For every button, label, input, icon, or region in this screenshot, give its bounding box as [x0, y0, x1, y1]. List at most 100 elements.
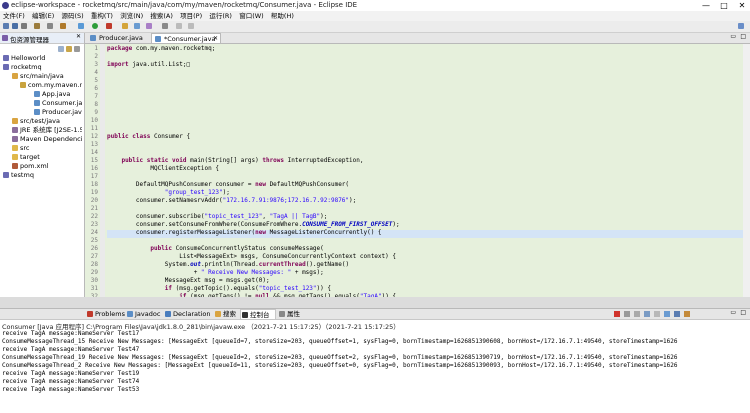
view-menu-icon[interactable] [74, 46, 80, 52]
maximize-button[interactable]: □ [716, 0, 732, 11]
external-tools-icon[interactable] [106, 23, 112, 29]
project-icon [3, 64, 9, 70]
pin-console-icon[interactable] [664, 311, 670, 317]
menu-window[interactable]: 窗口(W) [239, 11, 264, 21]
tree-item-helloworld[interactable]: Helloworld [3, 54, 45, 63]
menu-edit[interactable]: 编辑(E) [32, 11, 54, 21]
tab-console[interactable]: 控制台 [240, 309, 276, 319]
java-file-icon [34, 109, 40, 115]
menu-source[interactable]: 源码(S) [61, 11, 83, 21]
line-number: 25 [90, 237, 98, 244]
tree-item-package[interactable]: com.my.maven.r [20, 81, 82, 90]
minimize-editor-icon[interactable]: ▭ [730, 33, 736, 40]
line-number: 23 [90, 221, 98, 228]
tab-problems[interactable]: Problems [86, 309, 126, 319]
tree-item-jre-library[interactable]: JRE 系统库 [J2SE-1.5 [12, 126, 82, 135]
menu-refactor[interactable]: 重构(T) [91, 11, 113, 21]
line-number: 27 [90, 253, 98, 260]
editor-vertical-scrollbar[interactable] [743, 44, 750, 297]
collapse-all-icon[interactable] [58, 46, 64, 52]
remove-launch-icon[interactable] [624, 311, 630, 317]
library-icon [12, 136, 18, 142]
code-line: "group_test_123"); [164, 189, 230, 196]
tab-javadoc[interactable]: Javadoc [126, 309, 164, 319]
code-line: List<MessageExt> msgs, ConsumeConcurrent… [107, 253, 396, 260]
scroll-lock-icon[interactable] [644, 311, 650, 317]
tab-consumer-java[interactable]: *Consumer.java ✕ [151, 33, 221, 43]
tree-item-maven-dependencies[interactable]: Maven Dependenci [12, 135, 82, 144]
code-line: DefaultMQPushConsumer consumer = new Def… [107, 181, 350, 188]
link-editor-icon[interactable] [66, 46, 72, 52]
code-line: consumer.setConsumeFromWhere(ConsumeFrom… [107, 221, 400, 228]
line-number: 2 [94, 53, 98, 60]
forward-icon[interactable] [188, 23, 194, 29]
minimize-panel-icon[interactable]: ▭ [730, 309, 736, 316]
tab-producer-java[interactable]: Producer.java [87, 33, 149, 43]
code-line: package com.my.maven.rocketmq; [107, 45, 216, 52]
terminal-icon[interactable] [47, 23, 53, 29]
new-class-icon[interactable] [122, 23, 128, 29]
clear-console-icon[interactable] [634, 311, 640, 317]
main-toolbar [0, 21, 750, 33]
code-line: if (msg.getTags() != null && msg.getTags… [179, 293, 397, 297]
console-line: receive TagA message:NameServer Test47 [2, 346, 140, 353]
code-editor[interactable]: 1 2 3 4 5 6 7 8 9 10 11 12 13 14 15 16 17 18 19 20 21 22 23 24 2… [85, 44, 750, 297]
line-number: 20 [90, 197, 98, 204]
java-file-icon [34, 91, 40, 97]
tree-item-src[interactable]: src [12, 144, 30, 153]
maximize-editor-icon[interactable]: □ [740, 33, 746, 40]
tree-item-src-test-java[interactable]: src/test/java [12, 117, 60, 126]
explorer-toolbar [0, 44, 84, 54]
tree-item-src-main-java[interactable]: src/main/java [12, 72, 64, 81]
annotation-icon[interactable] [162, 23, 168, 29]
package-explorer-title: 包资源管理器 [10, 36, 49, 44]
javadoc-icon [127, 311, 133, 317]
close-tab-icon[interactable]: ✕ [213, 34, 218, 44]
back-icon[interactable] [176, 23, 182, 29]
new-icon[interactable] [3, 23, 9, 29]
tree-item-pom-xml[interactable]: pom.xml [12, 162, 49, 171]
build-icon[interactable] [34, 23, 40, 29]
debug-icon[interactable] [78, 23, 84, 29]
tree-item-rocketmq[interactable]: rocketmq [3, 63, 42, 72]
console-output[interactable]: receive TagA message:NameServer Test17 C… [2, 330, 750, 394]
minimize-button[interactable]: — [698, 0, 714, 11]
perspective-icon[interactable] [738, 23, 744, 29]
save-icon[interactable] [12, 23, 18, 29]
toggle-icon[interactable] [60, 23, 66, 29]
code-line: MessageExt msg = msgs.get(0); [107, 277, 270, 284]
close-window-button[interactable]: ✕ [734, 0, 750, 11]
open-console-icon[interactable] [684, 311, 690, 317]
terminate-icon[interactable] [614, 311, 620, 317]
tree-item-consumer-java[interactable]: Consumer.java [34, 99, 82, 108]
line-number: 14 [90, 149, 98, 156]
close-view-icon[interactable]: ✕ [76, 33, 81, 40]
display-console-icon[interactable] [674, 311, 680, 317]
tree-item-producer-java[interactable]: Producer.java [34, 108, 82, 117]
menu-navigate[interactable]: 浏览(N) [120, 11, 143, 21]
search-icon [215, 311, 221, 317]
menu-help[interactable]: 帮助(H) [271, 11, 294, 21]
declaration-icon [165, 311, 171, 317]
print-icon[interactable] [21, 23, 27, 29]
menu-file[interactable]: 文件(F) [3, 11, 25, 21]
open-type-icon[interactable] [134, 23, 140, 29]
menu-run[interactable]: 运行(R) [209, 11, 232, 21]
source-folder-icon [12, 118, 18, 124]
word-wrap-icon[interactable] [654, 311, 660, 317]
tab-search[interactable]: 搜索 [214, 309, 240, 319]
console-line: receive TagA message:NameServer Test17 [2, 330, 140, 337]
menu-search[interactable]: 搜索(A) [150, 11, 173, 21]
tree-item-testmq[interactable]: testmq [3, 171, 34, 180]
tree-item-target[interactable]: target [12, 153, 40, 162]
tab-declaration[interactable]: Declaration [164, 309, 214, 319]
tree-item-app-java[interactable]: App.java [34, 90, 70, 99]
maximize-panel-icon[interactable]: □ [740, 309, 746, 316]
code-line: import java.util.List;□ [107, 61, 191, 68]
menu-project[interactable]: 项目(P) [180, 11, 202, 21]
code-line: System.out.println(Thread.currentThread(… [107, 261, 350, 268]
tab-properties[interactable]: 属性 [278, 309, 308, 319]
run-icon[interactable] [92, 23, 98, 29]
search-icon[interactable] [146, 23, 152, 29]
java-file-icon [155, 36, 161, 42]
